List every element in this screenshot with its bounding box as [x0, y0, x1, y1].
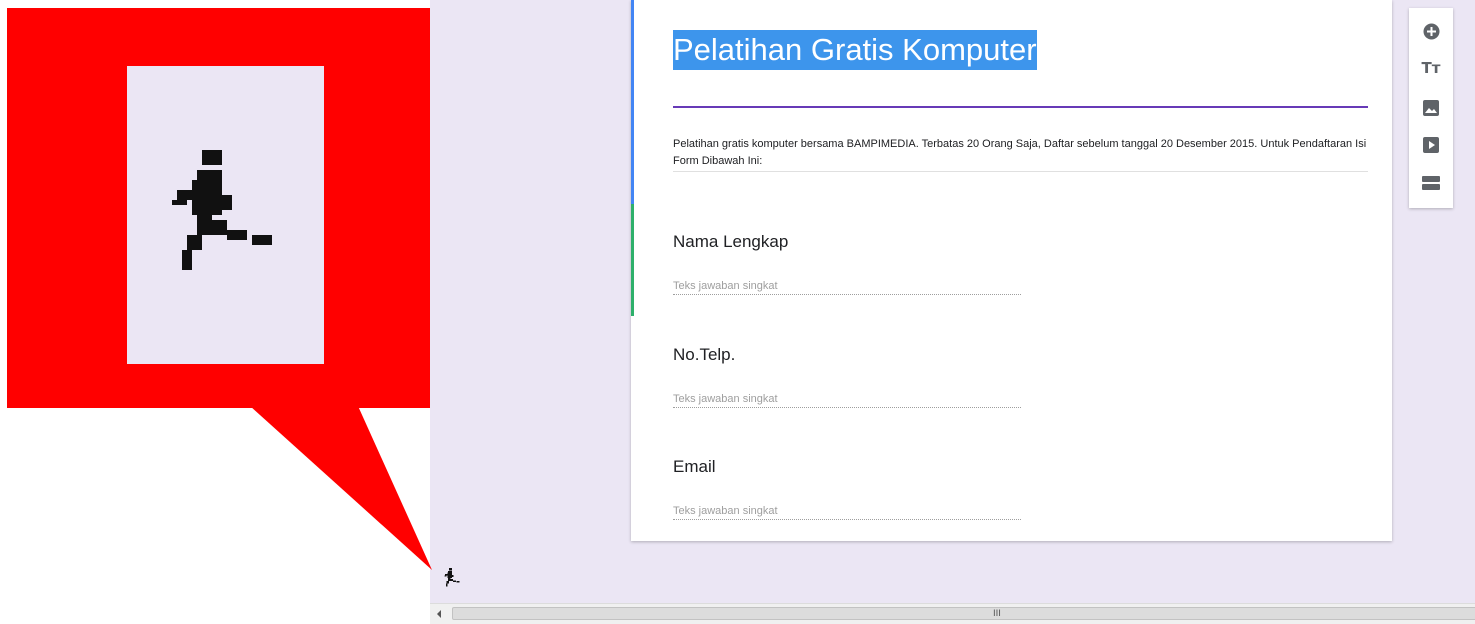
form-title[interactable]: Pelatihan Gratis Komputer	[673, 30, 1037, 70]
add-title-button[interactable]: Tт	[1421, 58, 1441, 78]
scrollbar-thumb[interactable]: III	[452, 607, 1475, 620]
title-underline	[673, 106, 1368, 108]
short-answer-placeholder: Teks jawaban singkat	[673, 280, 1021, 295]
running-man-icon	[444, 568, 460, 587]
add-image-button[interactable]	[1421, 98, 1441, 118]
zoom-callout-inner	[127, 66, 324, 364]
zoom-callout	[7, 8, 430, 408]
add-section-button[interactable]	[1421, 173, 1441, 193]
scrollbar-grip: III	[993, 609, 1001, 619]
header-accent-bar	[631, 0, 634, 204]
section-icon	[1422, 176, 1440, 190]
short-answer-placeholder: Teks jawaban singkat	[673, 393, 1021, 408]
question-title-telp[interactable]: No.Telp.	[673, 345, 735, 365]
running-man-zoom-icon	[172, 150, 272, 270]
short-answer-placeholder: Teks jawaban singkat	[673, 505, 1021, 520]
video-icon	[1423, 137, 1439, 153]
question-toolbar: Tт	[1409, 8, 1453, 208]
arrow-left-icon	[436, 609, 441, 618]
description-underline	[673, 171, 1368, 172]
form-description[interactable]: Pelatihan gratis komputer bersama BAMPIM…	[673, 136, 1368, 170]
add-question-button[interactable]	[1421, 21, 1441, 41]
active-question-accent-bar	[631, 204, 634, 316]
horizontal-scrollbar[interactable]: III	[430, 603, 1475, 624]
form-card: Pelatihan Gratis Komputer Pelatihan grat…	[631, 0, 1392, 541]
question-title-nama[interactable]: Nama Lengkap	[673, 232, 788, 252]
scroll-left-button[interactable]	[430, 604, 447, 623]
image-icon	[1423, 100, 1439, 116]
question-title-email[interactable]: Email	[673, 457, 716, 477]
title-text-icon: Tт	[1421, 59, 1441, 77]
add-video-button[interactable]	[1421, 135, 1441, 155]
add-circle-icon	[1423, 23, 1439, 39]
